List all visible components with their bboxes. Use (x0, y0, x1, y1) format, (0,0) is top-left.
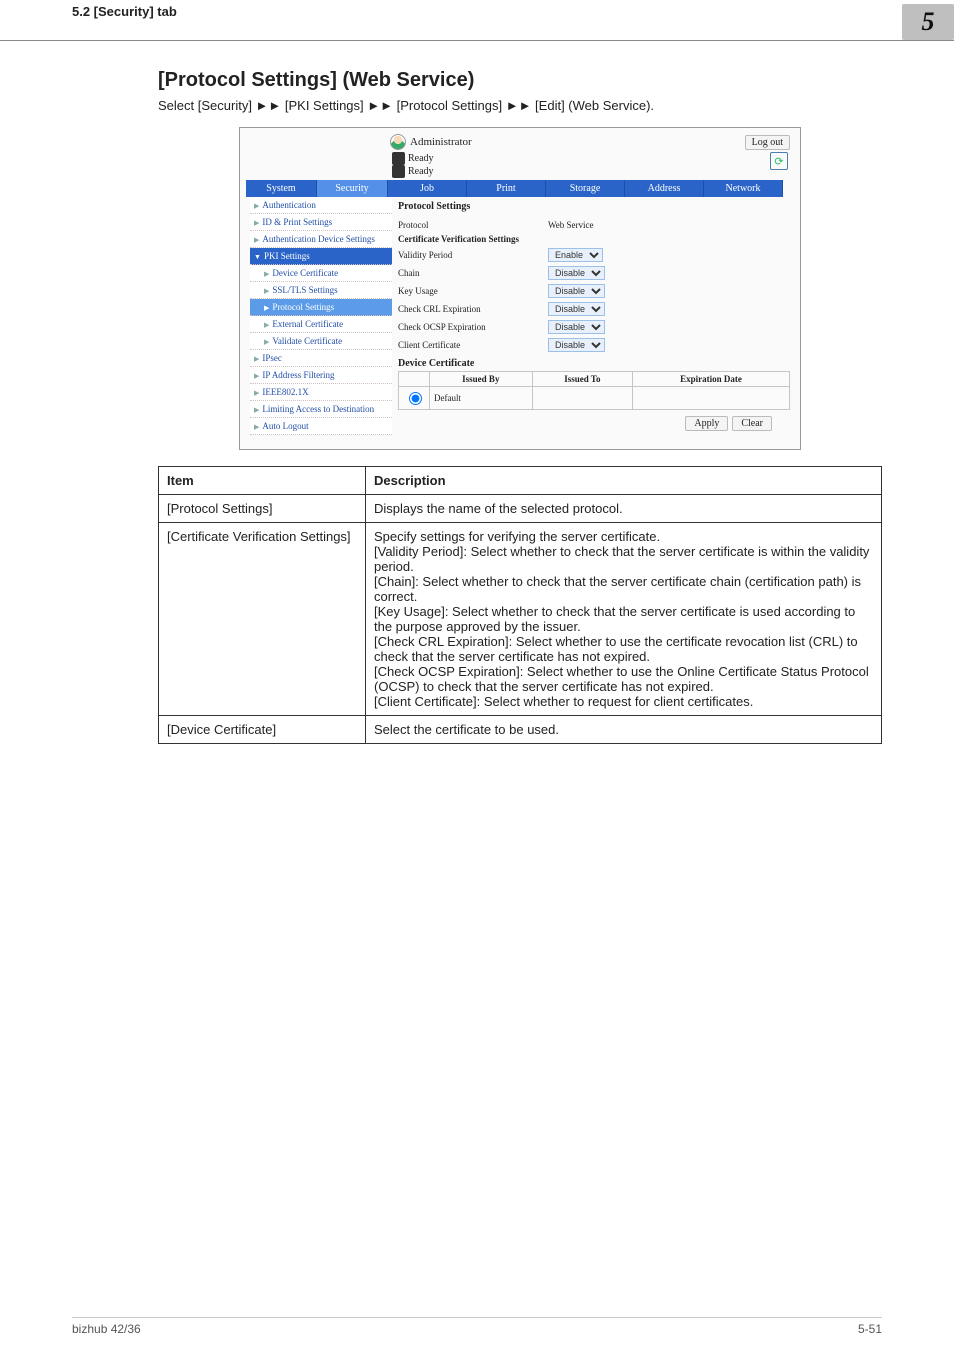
devcert-cell-issuedby: Default (430, 387, 533, 410)
protocol-value: Web Service (548, 220, 594, 230)
protocol-label: Protocol (398, 220, 548, 230)
nav-ssl-tls[interactable]: SSL/TLS Settings (250, 282, 392, 299)
nav-protocol-settings[interactable]: Protocol Settings (250, 299, 392, 316)
nav-validate-cert[interactable]: Validate Certificate (250, 333, 392, 350)
validity-period-label: Validity Period (398, 250, 548, 260)
nav-ip-filter[interactable]: IP Address Filtering (250, 367, 392, 384)
footer-page: 5-51 (858, 1322, 882, 1336)
desc-header-description: Description (366, 467, 882, 495)
devcert-col-expiration: Expiration Date (633, 372, 790, 387)
description-table: Item Description [Protocol Settings] Dis… (158, 466, 882, 744)
user-icon (390, 134, 406, 150)
devcert-col-issuedto: Issued To (532, 372, 632, 387)
devcert-radio-default[interactable] (409, 392, 422, 405)
header-chapter-number: 5 (902, 4, 954, 40)
ready-label-1: Ready (408, 153, 434, 164)
clear-button[interactable]: Clear (732, 416, 772, 431)
tab-print[interactable]: Print (467, 180, 546, 197)
crl-select[interactable]: Disable (548, 302, 605, 316)
nav-auth-device[interactable]: Authentication Device Settings (250, 231, 392, 248)
table-row: [Protocol Settings] Displays the name of… (159, 495, 882, 523)
apply-button[interactable]: Apply (685, 416, 728, 431)
devcert-cell-expiration (633, 387, 790, 410)
nav-limit-access[interactable]: Limiting Access to Destination (250, 401, 392, 418)
clientcert-select[interactable]: Disable (548, 338, 605, 352)
tab-job[interactable]: Job (388, 180, 467, 197)
top-tabs: System Security Job Print Storage Addres… (246, 180, 794, 197)
scanner-status-icon (392, 165, 405, 178)
device-cert-table: Issued By Issued To Expiration Date Defa… (398, 371, 790, 410)
desc-text-1: Specify settings for verifying the serve… (366, 523, 882, 716)
desc-item-1: [Certificate Verification Settings] (159, 523, 366, 716)
nav-external-cert[interactable]: External Certificate (250, 316, 392, 333)
table-row: Default (399, 387, 790, 410)
side-nav: Authentication ID & Print Settings Authe… (250, 197, 392, 435)
nav-ipsec[interactable]: IPsec (250, 350, 392, 367)
key-usage-label: Key Usage (398, 286, 548, 296)
logout-button[interactable]: Log out (745, 135, 790, 150)
nav-ieee8021x[interactable]: IEEE802.1X (250, 384, 392, 401)
tab-network[interactable]: Network (704, 180, 783, 197)
panel-heading: Protocol Settings (398, 201, 790, 212)
chain-label: Chain (398, 268, 548, 278)
ready-label-2: Ready (408, 166, 434, 177)
desc-item-0: [Protocol Settings] (159, 495, 366, 523)
ocsp-select[interactable]: Disable (548, 320, 605, 334)
nav-id-print[interactable]: ID & Print Settings (250, 214, 392, 231)
section-title: [Protocol Settings] (Web Service) (158, 69, 882, 92)
refresh-icon[interactable]: ⟳ (770, 152, 788, 170)
tab-storage[interactable]: Storage (546, 180, 625, 197)
devcert-cell-issuedto (532, 387, 632, 410)
device-cert-label: Device Certificate (398, 358, 790, 369)
key-usage-select[interactable]: Disable (548, 284, 605, 298)
nav-authentication[interactable]: Authentication (250, 197, 392, 214)
chain-select[interactable]: Disable (548, 266, 605, 280)
nav-auto-logout[interactable]: Auto Logout (250, 418, 392, 435)
ocsp-label: Check OCSP Expiration (398, 322, 548, 332)
nav-device-cert[interactable]: Device Certificate (250, 265, 392, 282)
desc-text-0: Displays the name of the selected protoc… (366, 495, 882, 523)
desc-text-2: Select the certificate to be used. (366, 716, 882, 744)
desc-item-2: [Device Certificate] (159, 716, 366, 744)
devcert-col-issuedby: Issued By (430, 372, 533, 387)
devcert-col-radio (399, 372, 430, 387)
clientcert-label: Client Certificate (398, 340, 548, 350)
validity-period-select[interactable]: Enable (548, 248, 603, 262)
nav-pki-settings[interactable]: PKI Settings (250, 248, 392, 265)
breadcrumb-instruction: Select [Security] ►► [PKI Settings] ►► [… (158, 98, 882, 113)
embedded-admin-panel: Administrator Log out Ready Ready ⟳ Syst… (239, 127, 801, 450)
crl-label: Check CRL Expiration (398, 304, 548, 314)
table-row: [Certificate Verification Settings] Spec… (159, 523, 882, 716)
printer-status-icon (392, 152, 405, 165)
tab-system[interactable]: System (246, 180, 317, 197)
footer-model: bizhub 42/36 (72, 1322, 141, 1336)
admin-label: Administrator (410, 136, 472, 148)
cvs-label: Certificate Verification Settings (398, 234, 548, 244)
desc-header-item: Item (159, 467, 366, 495)
table-row: [Device Certificate] Select the certific… (159, 716, 882, 744)
tab-address[interactable]: Address (625, 180, 704, 197)
tab-security[interactable]: Security (317, 180, 388, 197)
header-section-label: 5.2 [Security] tab (0, 4, 177, 19)
